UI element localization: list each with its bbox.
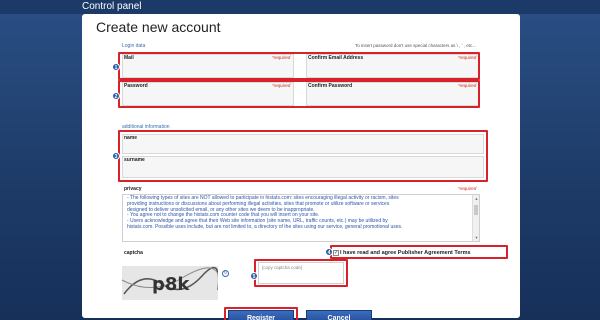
captcha-graphic: p8k xyxy=(121,266,220,300)
privacy-terms-text: - The following types of sites are NOT a… xyxy=(127,195,471,231)
captcha-text: p8k xyxy=(152,274,190,295)
captcha-image: p8k xyxy=(121,266,220,300)
marker-4: 4 xyxy=(325,248,333,256)
password-hint: To insert password don't use special cha… xyxy=(354,43,476,48)
page-title: Create new account xyxy=(96,19,221,35)
scroll-thumb[interactable] xyxy=(474,205,478,215)
privacy-line: histats.com. Possible uses include, but … xyxy=(127,223,403,230)
highlight-register xyxy=(224,307,298,320)
privacy-scrollbar[interactable]: ▲ ▼ xyxy=(472,195,479,241)
highlight-box-2 xyxy=(118,80,480,108)
scroll-up-icon[interactable]: ▲ xyxy=(474,196,479,201)
marker-2: 2 xyxy=(112,92,120,100)
section-login-data: Login data xyxy=(122,43,146,49)
highlight-box-5 xyxy=(254,259,348,287)
create-account-panel: Create new account Login data To insert … xyxy=(82,14,520,320)
marker-1: 1 xyxy=(112,63,120,71)
privacy-required: *required xyxy=(458,186,477,191)
privacy-label: privacy xyxy=(124,186,142,192)
marker-3: 3 xyxy=(112,152,120,160)
top-bar: Control panel xyxy=(0,0,600,14)
scroll-down-icon[interactable]: ▼ xyxy=(474,235,479,240)
captcha-label: captcha xyxy=(124,250,143,256)
marker-5: 5 xyxy=(250,272,258,280)
cancel-button[interactable]: Cancel xyxy=(306,310,372,320)
privacy-terms-box[interactable]: - The following types of sites are NOT a… xyxy=(122,194,480,242)
highlight-box-3 xyxy=(118,130,488,182)
highlight-box-4 xyxy=(330,245,508,259)
highlight-box-1 xyxy=(118,52,480,80)
refresh-captcha-icon[interactable]: ↻ xyxy=(222,270,229,277)
control-panel-title: Control panel xyxy=(82,1,142,12)
